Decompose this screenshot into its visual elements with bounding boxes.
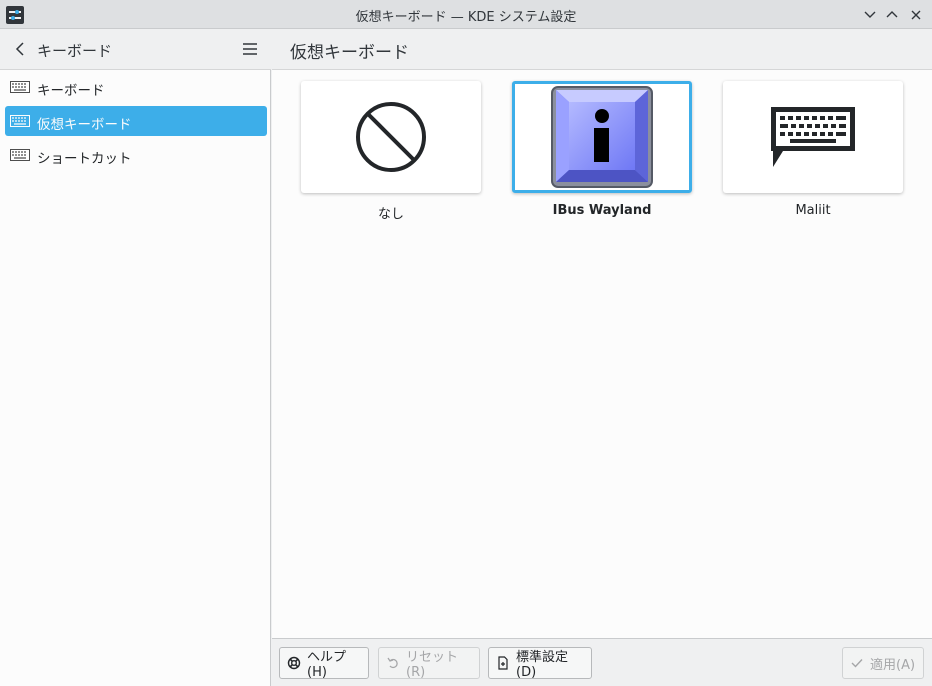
sidebar-header: キーボード (0, 29, 271, 70)
help-button[interactable]: ヘルプ(H) (279, 647, 369, 680)
apply-button-label: 適用(A) (870, 657, 916, 673)
window-title: 仮想キーボード — KDE システム設定 (355, 10, 577, 25)
chevron-up-icon[interactable] (882, 5, 902, 25)
reset-button-label: リセット(R) (406, 650, 459, 680)
checkmark-icon (851, 659, 863, 668)
footer-toolbar: ヘルプ(H) リセット(R) 標準設定(D) 適用(A) (272, 638, 932, 686)
none-prohibited-icon (356, 102, 426, 172)
option-card-ibus-wayland[interactable] (512, 81, 692, 193)
help-button-label: ヘルプ(H) (307, 650, 347, 680)
sidebar-title: キーボード (37, 42, 113, 60)
close-icon[interactable] (906, 5, 926, 25)
keyboard-speech-icon (771, 107, 855, 167)
main-panel: 仮想キーボード なし IBus Wayland Maliit ヘルプ(H) リセ… (272, 29, 932, 686)
option-card-none[interactable] (301, 81, 481, 193)
sidebar-item-label: 仮想キーボード (37, 117, 132, 133)
sidebar-item-keyboard[interactable]: キーボード (5, 72, 267, 102)
defaults-button-label: 標準設定(D) (516, 650, 569, 680)
hamburger-menu-icon[interactable] (240, 39, 260, 59)
option-label-none: なし (377, 207, 404, 222)
keyboard-icon (10, 149, 30, 161)
option-label-maliit: Maliit (795, 203, 831, 218)
main-header: 仮想キーボード (272, 29, 932, 70)
option-card-maliit[interactable] (723, 81, 903, 193)
apply-button[interactable]: 適用(A) (842, 647, 924, 679)
defaults-button[interactable]: 標準設定(D) (488, 647, 592, 680)
document-defaults-icon (498, 656, 508, 670)
sidebar-item-virtual-keyboard[interactable]: 仮想キーボード (5, 106, 267, 136)
page-title: 仮想キーボード (290, 43, 409, 63)
reset-button[interactable]: リセット(R) (378, 647, 480, 680)
sidebar-item-label: ショートカット (37, 151, 132, 167)
help-lifebuoy-icon (287, 656, 301, 670)
option-label-ibus-wayland: IBus Wayland (552, 203, 652, 218)
chevron-down-icon[interactable] (860, 5, 880, 25)
sidebar-item-label: キーボード (37, 83, 105, 99)
sidebar: キーボード キーボード 仮想キーボード ショートカット (0, 29, 271, 686)
keyboard-icon (10, 115, 30, 127)
sidebar-item-shortcuts[interactable]: ショートカット (5, 140, 267, 170)
keyboard-icon (10, 81, 30, 93)
ibus-info-icon (551, 86, 653, 188)
back-arrow-icon[interactable] (10, 39, 30, 59)
title-bar: 仮想キーボード — KDE システム設定 (0, 0, 932, 29)
undo-icon (387, 657, 398, 669)
